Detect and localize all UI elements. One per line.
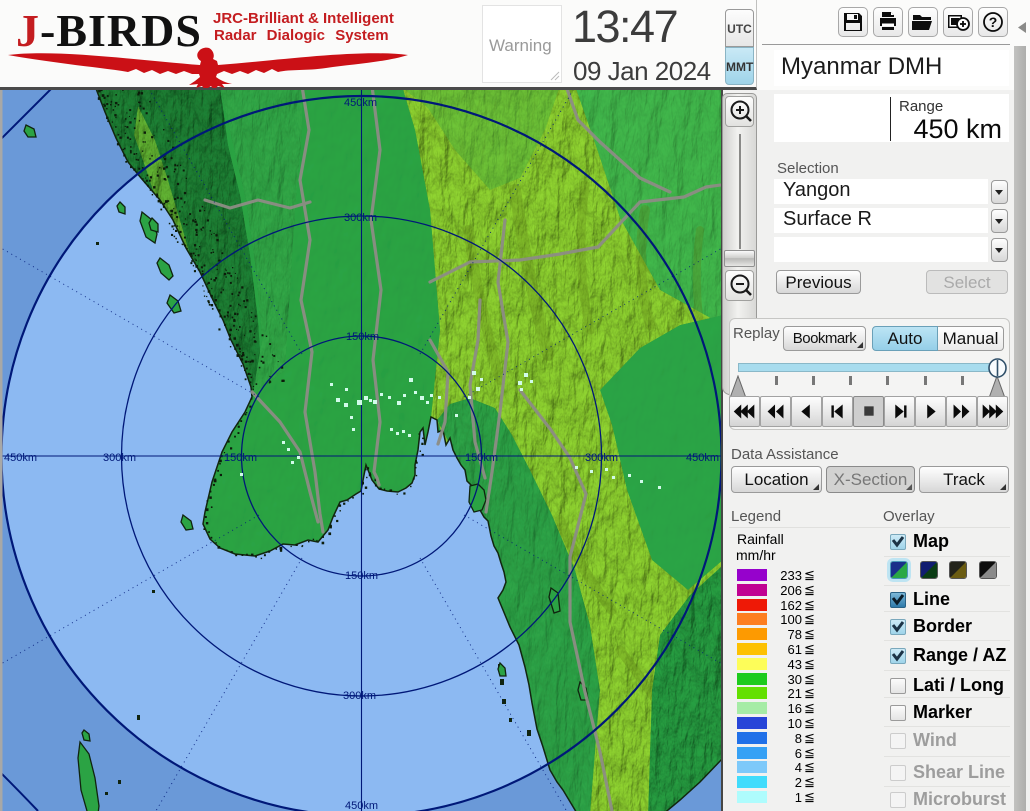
svg-text:300km: 300km — [344, 212, 377, 224]
svg-text:450km: 450km — [686, 452, 719, 464]
svg-text:450km: 450km — [344, 97, 377, 109]
svg-text:300km: 300km — [585, 452, 618, 464]
svg-text:?: ? — [989, 14, 998, 30]
svg-text:150km: 150km — [465, 452, 498, 464]
svg-text:150km: 150km — [346, 331, 379, 343]
svg-text:450km: 450km — [345, 800, 378, 811]
svg-text:450km: 450km — [4, 452, 37, 464]
svg-text:150km: 150km — [345, 570, 378, 582]
svg-text:300km: 300km — [103, 452, 136, 464]
svg-text:150km: 150km — [224, 452, 257, 464]
svg-text:300km: 300km — [343, 690, 376, 702]
